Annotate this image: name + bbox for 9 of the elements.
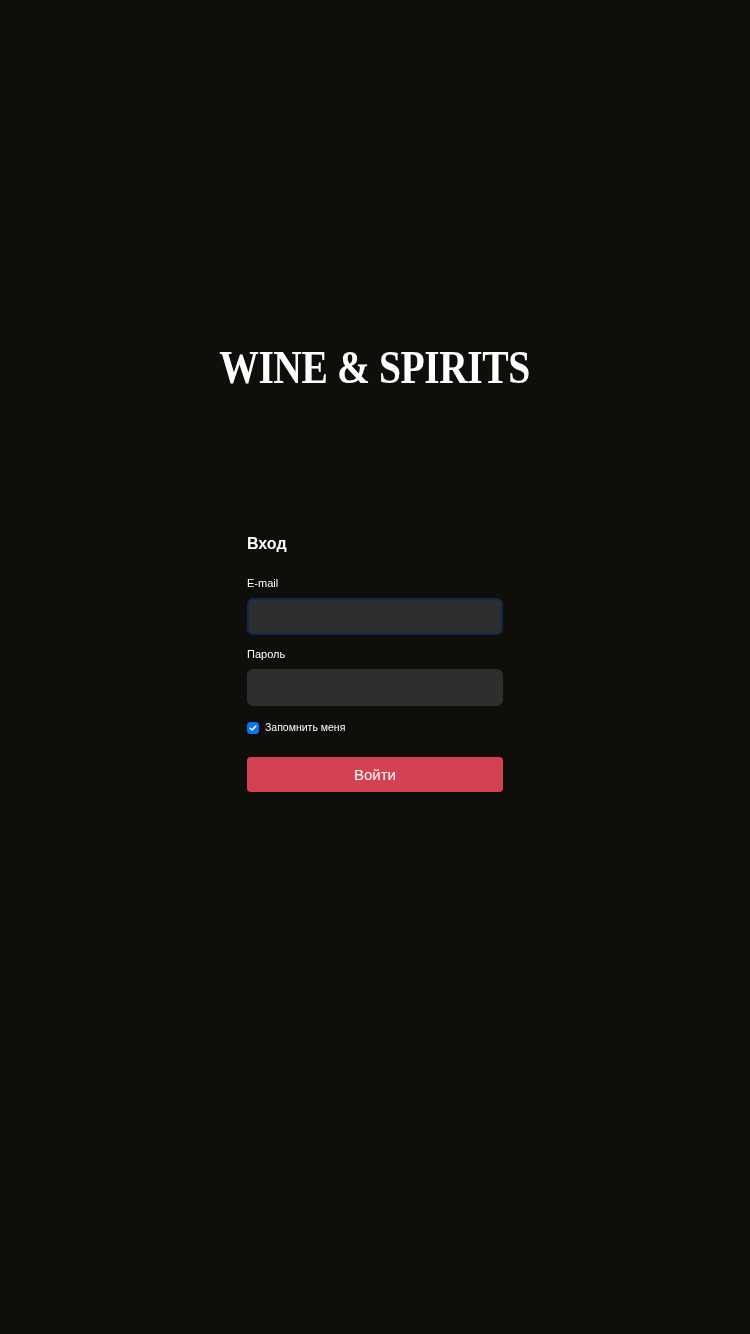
checkbox-label: Запомнить меня (265, 721, 346, 734)
login-button[interactable]: Войти (247, 757, 503, 792)
input-field[interactable] (247, 669, 503, 706)
input-field[interactable] (247, 598, 503, 635)
checkbox[interactable] (247, 721, 259, 734)
field-label: Пароль (247, 647, 286, 661)
logo: WINE & SPIRITS (219, 344, 531, 392)
form-title: Вход (247, 534, 287, 554)
field-label: E-mail (247, 576, 279, 590)
